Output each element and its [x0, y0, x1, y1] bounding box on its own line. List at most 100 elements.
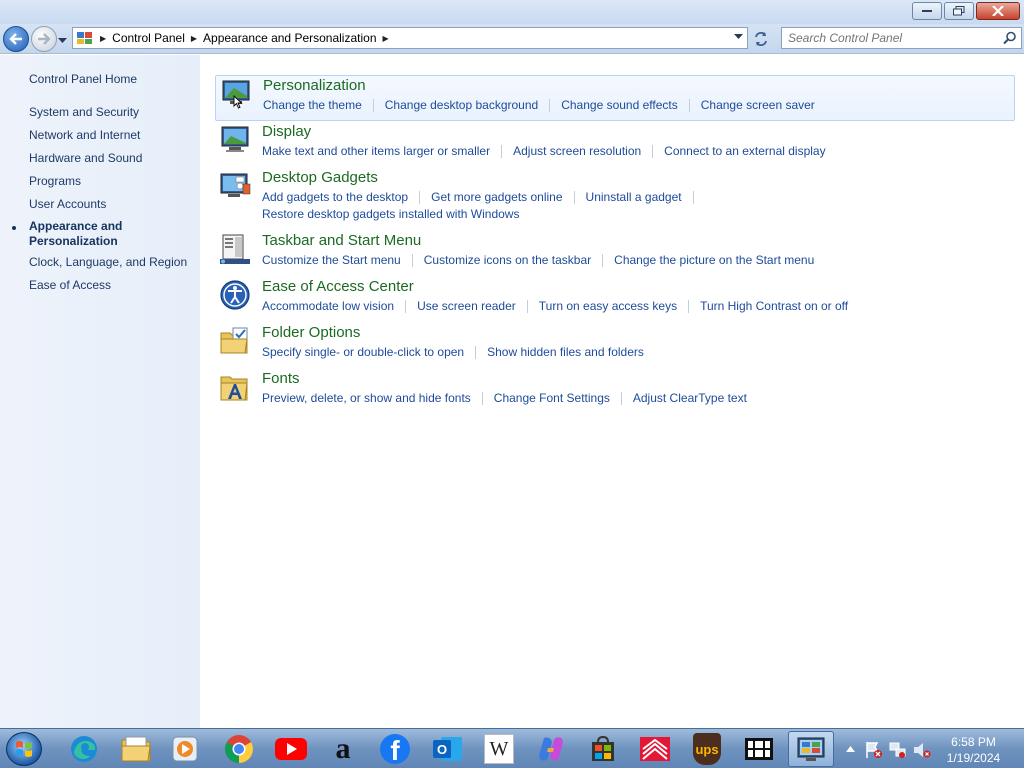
maximize-button[interactable] [944, 2, 974, 20]
clock[interactable]: 6:58 PM 1/19/2024 [926, 734, 1021, 766]
sidebar-item-network-and-internet[interactable]: Network and Internet [29, 128, 140, 142]
link-change-screen-saver[interactable]: Change screen saver [701, 98, 815, 112]
sidebar-item-hardware-and-sound[interactable]: Hardware and Sound [29, 151, 142, 165]
store-icon [592, 735, 614, 761]
taskbar-film[interactable] [736, 731, 782, 767]
link-change-sound-effects[interactable]: Change sound effects [561, 98, 678, 112]
back-arrow-icon [9, 33, 22, 45]
taskbar-wikipedia[interactable]: W [476, 731, 522, 767]
link-restore-gadgets[interactable]: Restore desktop gadgets installed with W… [262, 207, 519, 221]
taskbar-chrome[interactable] [216, 731, 262, 767]
link-single-double-click[interactable]: Specify single- or double-click to open [262, 345, 464, 359]
current-item-bullet-icon [12, 226, 16, 230]
link-separator [372, 98, 374, 112]
link-separator [419, 190, 421, 204]
taskbar-copilot[interactable] [528, 731, 574, 767]
link-make-text-larger[interactable]: Make text and other items larger or smal… [262, 144, 490, 158]
category-title-display[interactable]: Display [262, 123, 311, 140]
sidebar-item-programs[interactable]: Programs [29, 174, 81, 188]
link-adjust-screen-resolution[interactable]: Adjust screen resolution [513, 144, 641, 158]
link-customize-taskbar-icons[interactable]: Customize icons on the taskbar [424, 253, 591, 267]
category-title-taskbar-start-menu[interactable]: Taskbar and Start Menu [262, 232, 421, 249]
folder-options-icon[interactable] [219, 325, 251, 357]
link-change-theme[interactable]: Change the theme [263, 98, 362, 112]
breadcrumb-arrow-icon[interactable]: ▶ [383, 34, 389, 43]
taskbar-icon[interactable] [219, 233, 251, 265]
start-button[interactable] [6, 732, 42, 766]
taskbar-bank-of-america[interactable] [632, 731, 678, 767]
link-connect-external-display[interactable]: Connect to an external display [664, 144, 825, 158]
taskbar-store[interactable] [580, 731, 626, 767]
link-separator [481, 391, 483, 405]
chrome-icon [225, 735, 253, 763]
taskbar-outlook[interactable]: O [424, 731, 470, 767]
category-title-fonts[interactable]: Fonts [262, 370, 300, 387]
close-button[interactable] [976, 2, 1020, 20]
windows-logo-icon [16, 741, 32, 757]
link-change-desktop-background[interactable]: Change desktop background [385, 98, 538, 112]
refresh-button[interactable] [750, 29, 772, 49]
display-icon[interactable] [219, 124, 251, 156]
copilot-icon [539, 737, 563, 761]
category-links: Preview, delete, or show and hide fonts … [262, 391, 747, 405]
forward-button[interactable] [31, 26, 57, 52]
sidebar-item-clock-language-region[interactable]: Clock, Language, and Region [29, 255, 187, 269]
desktop-gadgets-icon[interactable] [219, 170, 251, 202]
link-uninstall-gadget[interactable]: Uninstall a gadget [586, 190, 682, 204]
search-input[interactable] [788, 31, 998, 45]
recent-pages-dropdown[interactable] [58, 33, 67, 47]
search-box[interactable] [781, 27, 1022, 49]
breadcrumb-arrow-icon[interactable]: ▶ [100, 34, 106, 43]
taskbar-edge[interactable] [61, 731, 107, 767]
link-high-contrast[interactable]: Turn High Contrast on or off [700, 299, 848, 313]
taskbar-file-explorer[interactable] [113, 731, 159, 767]
sidebar-item-control-panel-home[interactable]: Control Panel Home [29, 72, 137, 86]
show-hidden-icons-icon[interactable] [846, 746, 855, 752]
breadcrumb-control-panel[interactable]: Control Panel [112, 31, 185, 45]
link-use-screen-reader[interactable]: Use screen reader [417, 299, 516, 313]
taskbar-facebook[interactable]: f [372, 731, 418, 767]
category-title-desktop-gadgets[interactable]: Desktop Gadgets [262, 169, 378, 186]
category-links: Make text and other items larger or smal… [262, 144, 826, 158]
category-title-folder-options[interactable]: Folder Options [262, 324, 360, 341]
breadcrumb-appearance[interactable]: Appearance and Personalization [203, 31, 376, 45]
category-links-row2: Restore desktop gadgets installed with W… [262, 207, 519, 221]
address-bar[interactable]: ▶ Control Panel ▶ Appearance and Persona… [72, 27, 748, 49]
taskbar-youtube[interactable] [268, 731, 314, 767]
sidebar-item-user-accounts[interactable]: User Accounts [29, 197, 106, 211]
search-icon[interactable] [1003, 31, 1017, 45]
taskbar-control-panel[interactable] [788, 731, 834, 767]
category-title-ease-of-access-center[interactable]: Ease of Access Center [262, 278, 414, 295]
taskbar-amazon[interactable]: a [320, 731, 366, 767]
main-content: Personalization Change the theme Change … [200, 55, 1024, 728]
sidebar-item-ease-of-access[interactable]: Ease of Access [29, 278, 111, 292]
link-separator [692, 190, 694, 204]
sidebar-item-system-and-security[interactable]: System and Security [29, 105, 139, 119]
film-icon [745, 738, 773, 760]
category-title-personalization[interactable]: Personalization [263, 77, 366, 94]
ease-of-access-icon[interactable] [219, 279, 251, 311]
link-add-gadgets[interactable]: Add gadgets to the desktop [262, 190, 408, 204]
link-get-more-gadgets[interactable]: Get more gadgets online [431, 190, 562, 204]
link-show-hidden-files[interactable]: Show hidden files and folders [487, 345, 644, 359]
personalization-icon[interactable] [220, 78, 252, 110]
link-adjust-cleartype[interactable]: Adjust ClearType text [633, 391, 747, 405]
link-easy-access-keys[interactable]: Turn on easy access keys [539, 299, 677, 313]
link-preview-fonts[interactable]: Preview, delete, or show and hide fonts [262, 391, 471, 405]
link-customize-start-menu[interactable]: Customize the Start menu [262, 253, 401, 267]
close-icon [992, 6, 1004, 16]
file-explorer-icon [121, 736, 151, 762]
chevron-down-icon[interactable] [734, 34, 743, 40]
minimize-button[interactable] [912, 2, 942, 20]
taskbar-ups[interactable]: ups [684, 731, 730, 767]
back-button[interactable] [3, 26, 29, 52]
breadcrumb-arrow-icon[interactable]: ▶ [191, 34, 197, 43]
fonts-icon[interactable] [219, 371, 251, 403]
link-change-start-picture[interactable]: Change the picture on the Start menu [614, 253, 814, 267]
network-icon[interactable] [889, 741, 907, 759]
link-accommodate-low-vision[interactable]: Accommodate low vision [262, 299, 394, 313]
taskbar-media-player[interactable] [162, 731, 208, 767]
action-center-icon[interactable] [865, 741, 883, 759]
category-links: Add gadgets to the desktop Get more gadg… [262, 190, 705, 204]
link-change-font-settings[interactable]: Change Font Settings [494, 391, 610, 405]
